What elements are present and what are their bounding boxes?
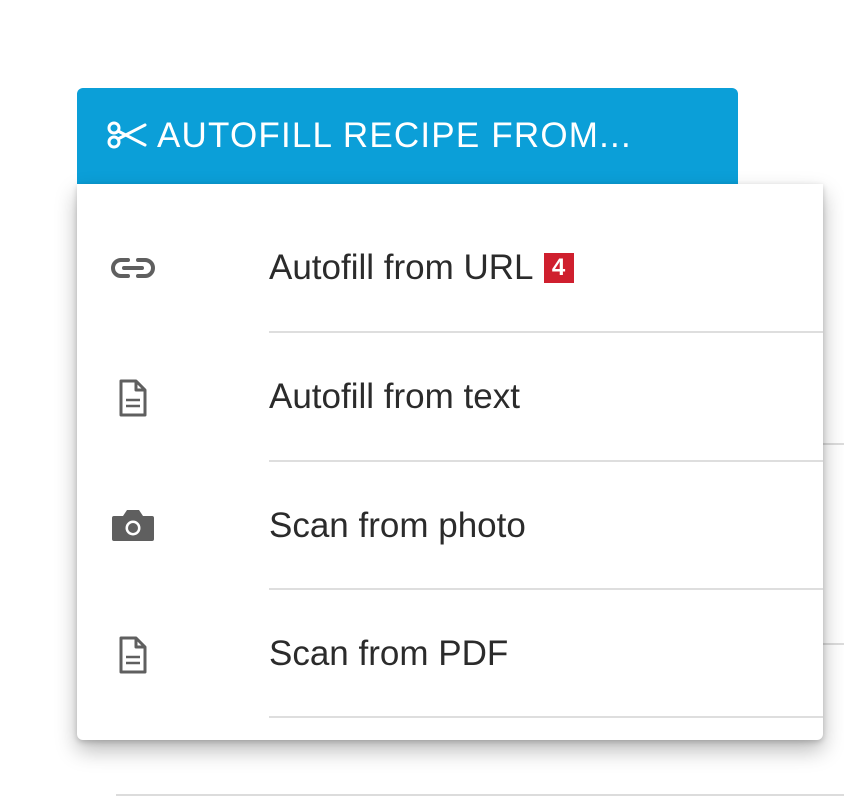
document-icon	[107, 372, 159, 424]
menu-item-scan-photo[interactable]: Scan from photo	[77, 462, 823, 590]
autofill-recipe-button[interactable]: AUTOFILL RECIPE FROM...	[77, 88, 738, 184]
step-badge: 4	[543, 253, 574, 283]
menu-item-autofill-text[interactable]: Autofill from text	[77, 333, 823, 462]
background-divider	[823, 443, 844, 445]
autofill-button-label: AUTOFILL RECIPE FROM...	[157, 116, 632, 155]
menu-item-label: Autofill from URL 4	[269, 248, 574, 288]
menu-item-text: Autofill from URL	[269, 248, 534, 287]
menu-divider	[269, 716, 823, 718]
autofill-menu: Autofill from URL 4 Autofill from text S…	[77, 184, 823, 740]
menu-item-scan-pdf[interactable]: Scan from PDF	[77, 590, 823, 718]
camera-icon	[107, 499, 159, 551]
menu-item-autofill-url[interactable]: Autofill from URL 4	[77, 184, 823, 333]
menu-item-label: Scan from PDF	[269, 634, 509, 673]
scissors-icon	[107, 118, 147, 152]
link-icon	[107, 242, 159, 294]
document-icon	[107, 629, 159, 681]
menu-item-label: Scan from photo	[269, 506, 526, 545]
background-divider	[116, 794, 844, 796]
menu-item-label: Autofill from text	[269, 377, 520, 416]
page: AUTOFILL RECIPE FROM... Autofill from UR…	[0, 0, 844, 798]
background-divider	[823, 643, 844, 645]
